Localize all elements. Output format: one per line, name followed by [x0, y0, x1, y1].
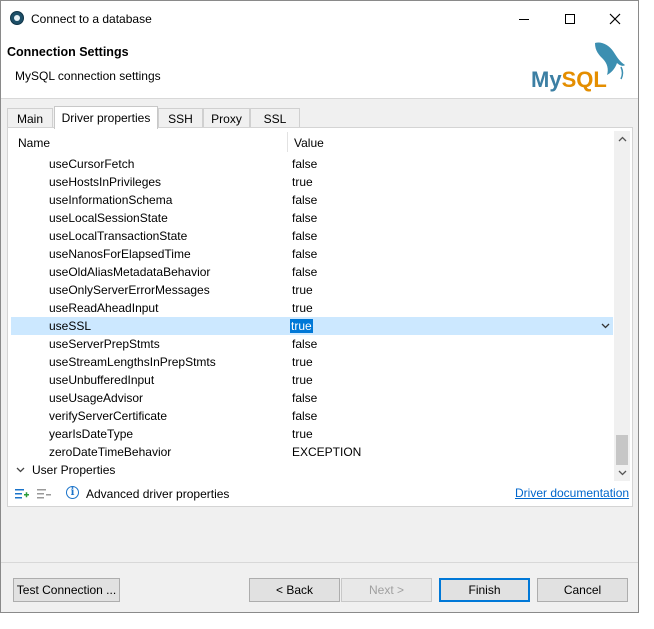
dbeaver-app-icon — [10, 11, 24, 25]
scroll-thumb[interactable] — [616, 435, 628, 465]
chevron-down-icon — [618, 470, 626, 476]
driver-documentation-link[interactable]: Driver documentation — [515, 486, 629, 500]
window-title: Connect to a database — [31, 12, 152, 26]
scroll-up-button[interactable] — [614, 131, 630, 147]
table-row[interactable]: useHostsInPrivileges true — [11, 173, 613, 191]
add-property-icon[interactable] — [14, 486, 30, 502]
minimize-icon — [519, 18, 529, 20]
mysql-logo: MySQL — [531, 42, 625, 92]
scroll-down-button[interactable] — [614, 465, 630, 481]
back-button[interactable]: < Back — [249, 578, 340, 602]
minimize-button[interactable] — [501, 1, 547, 37]
tab-proxy[interactable]: Proxy — [203, 108, 250, 128]
table-row[interactable]: useLocalTransactionState false — [11, 227, 613, 245]
table-row[interactable]: verifyServerCertificate false — [11, 407, 613, 425]
table-row-selected[interactable]: useSSL true — [11, 317, 613, 335]
svg-text:MySQL: MySQL — [531, 67, 607, 92]
maximize-button[interactable] — [547, 1, 593, 37]
tab-main[interactable]: Main — [7, 108, 53, 128]
page-subtitle: MySQL connection settings — [15, 69, 161, 83]
chevron-down-icon — [601, 323, 609, 329]
close-button[interactable] — [592, 1, 638, 37]
cancel-button[interactable]: Cancel — [537, 578, 628, 602]
chevron-down-icon[interactable] — [16, 467, 25, 473]
table-row[interactable]: useServerPrepStmts false — [11, 335, 613, 353]
tab-ssh[interactable]: SSH — [158, 108, 203, 128]
table-row[interactable]: yearIsDateType true — [11, 425, 613, 443]
next-button[interactable]: Next > — [341, 578, 432, 602]
table-row[interactable]: useLocalSessionState false — [11, 209, 613, 227]
user-properties-group[interactable]: User Properties — [11, 461, 613, 479]
tab-ssl[interactable]: SSL — [250, 108, 300, 128]
wizard-header: Connection Settings MySQL connection set… — [1, 37, 638, 99]
connect-dialog: Connect to a database Connection Setting… — [0, 0, 639, 613]
close-icon — [609, 13, 621, 25]
tab-driver-properties[interactable]: Driver properties — [54, 106, 158, 129]
value-editor[interactable]: true — [290, 319, 313, 333]
table-row[interactable]: useCursorFetch false — [11, 155, 613, 173]
table-row[interactable]: useOnlyServerErrorMessages true — [11, 281, 613, 299]
info-icon: i — [66, 486, 79, 499]
maximize-icon — [565, 14, 575, 24]
table-row[interactable]: useUnbufferedInput true — [11, 371, 613, 389]
footer-divider — [1, 562, 638, 563]
table-row[interactable]: useNanosForElapsedTime false — [11, 245, 613, 263]
finish-button[interactable]: Finish — [439, 578, 530, 602]
remove-property-icon[interactable] — [36, 486, 52, 502]
table-row[interactable]: useStreamLengthsInPrepStmts true — [11, 353, 613, 371]
properties-toolbar: i Advanced driver properties Driver docu… — [8, 482, 632, 506]
table-row[interactable]: zeroDateTimeBehavior EXCEPTION — [11, 443, 613, 461]
test-connection-button[interactable]: Test Connection ... — [13, 578, 120, 602]
title-bar[interactable]: Connect to a database — [1, 1, 638, 37]
vertical-scrollbar[interactable] — [614, 131, 630, 481]
column-separator[interactable] — [287, 132, 288, 152]
page-title: Connection Settings — [7, 45, 129, 59]
properties-grid: Name Value useCursorFetch false useHostsI… — [11, 130, 613, 481]
driver-properties-panel: Name Value useCursorFetch false useHostsI… — [7, 127, 633, 507]
table-row[interactable]: useOldAliasMetadataBehavior false — [11, 263, 613, 281]
advanced-driver-properties-label: Advanced driver properties — [86, 487, 230, 501]
table-row[interactable]: useUsageAdvisor false — [11, 389, 613, 407]
value-dropdown-button[interactable] — [598, 317, 612, 335]
table-row[interactable]: useReadAheadInput true — [11, 299, 613, 317]
chevron-up-icon — [618, 136, 626, 142]
table-row[interactable]: useInformationSchema false — [11, 191, 613, 209]
